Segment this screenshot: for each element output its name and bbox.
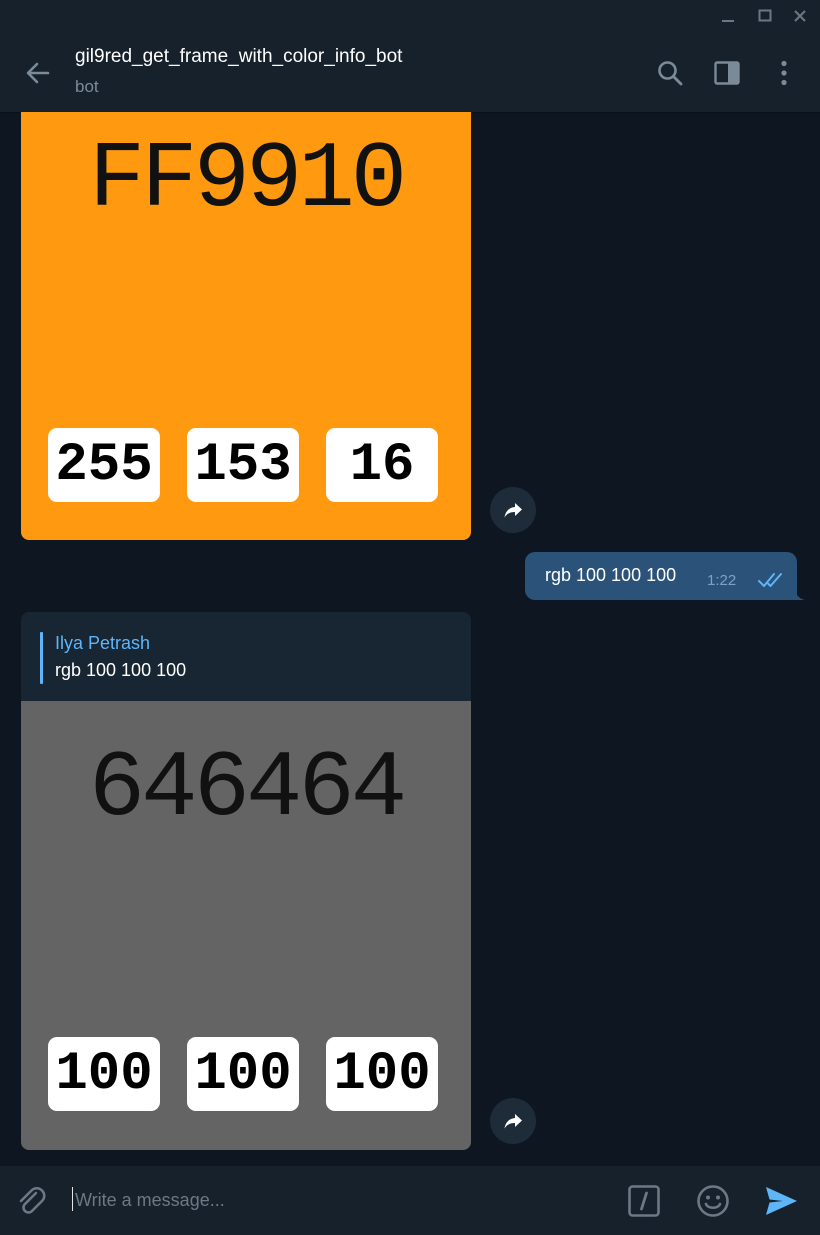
rgb-red-chip: 255 [48,428,160,502]
maximize-icon [758,9,772,21]
back-arrow-icon [26,62,50,84]
maximize-button[interactable] [747,0,783,31]
hex-code-label: FF9910 [88,128,407,234]
rgb-blue-chip: 16 [326,428,438,502]
color-image-646464[interactable]: 646464 100 100 100 [21,701,471,1150]
outgoing-message-bubble[interactable]: rgb 100 100 100 1:22 [525,552,797,600]
chat-title[interactable]: gil9red_get_frame_with_color_info_bot [75,46,402,68]
forward-button[interactable] [490,1098,536,1144]
bot-commands-icon [628,1185,660,1217]
message-text: rgb 100 100 100 [545,565,677,585]
text-caret [72,1187,73,1211]
reply-text: rgb 100 100 100 [55,660,187,680]
minimize-button[interactable] [710,0,746,31]
attach-button[interactable] [11,1181,51,1221]
emoji-icon [697,1185,729,1217]
reply-accent-bar [40,632,43,684]
hex-code-label: 646464 [88,737,407,843]
sidebar-toggle-button[interactable] [709,55,745,91]
rgb-blue-chip: 100 [326,1037,438,1111]
bot-commands-button[interactable] [624,1181,664,1221]
reply-author: Ilya Petrash [55,633,151,653]
chat-subtitle: bot [75,77,99,96]
search-icon [658,61,683,86]
forward-arrow-icon [504,503,522,518]
message-input[interactable] [75,1186,595,1214]
close-window-button[interactable] [782,0,818,31]
forward-arrow-icon [504,1114,522,1129]
rgb-green-chip: 100 [187,1037,299,1111]
rgb-green-chip: 153 [187,428,299,502]
send-button[interactable] [761,1181,801,1221]
minimize-icon [722,19,734,22]
close-icon [794,9,806,22]
send-icon [766,1187,797,1215]
window-titlebar [0,0,820,32]
forward-button[interactable] [490,487,536,533]
attach-icon [19,1186,46,1214]
emoji-button[interactable] [693,1181,733,1221]
chat-history[interactable]: FF9910 255 153 16 rgb 100 100 100 1:22 I… [0,112,820,1166]
sidebar-toggle-icon [714,61,740,85]
reply-quote[interactable]: Ilya Petrash rgb 100 100 100 [21,612,471,701]
search-button[interactable] [652,55,688,91]
color-image-ff9910[interactable]: FF9910 255 153 16 [21,112,471,540]
message-composer [0,1166,820,1235]
chat-header: gil9red_get_frame_with_color_info_bot bo… [0,31,820,113]
back-button[interactable] [20,55,56,91]
double-check-icon [758,573,782,587]
bubble-tail [795,591,805,600]
rgb-red-chip: 100 [48,1037,160,1111]
more-menu-button[interactable] [766,55,802,91]
more-vert-icon [781,60,787,86]
message-time: 1:22 [707,572,737,589]
